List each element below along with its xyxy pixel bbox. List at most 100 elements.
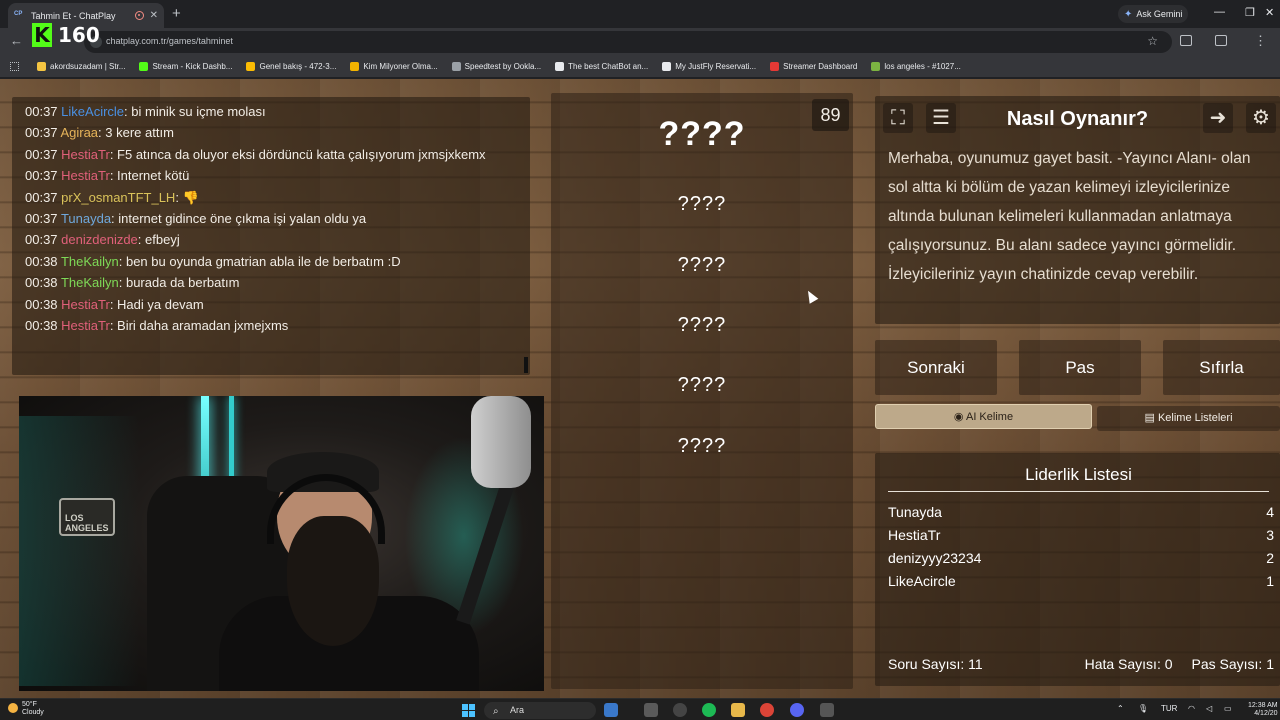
file-explorer-icon[interactable] bbox=[731, 703, 745, 717]
chat-message: 00:37 HestiaTr: F5 atınca da oluyor eksi… bbox=[25, 144, 530, 165]
window-close-icon[interactable]: ✕ bbox=[1265, 6, 1274, 19]
bookmark-favicon-icon bbox=[451, 62, 461, 71]
microphone bbox=[471, 396, 531, 488]
chat-text: : ben bu oyunda gmatrian abla ile de ber… bbox=[118, 253, 401, 269]
taskbar-app-icon[interactable] bbox=[644, 703, 658, 717]
bookmark-item[interactable]: Kim Milyoner Olma... bbox=[350, 62, 438, 71]
bookmark-item[interactable]: Speedtest by Ookla... bbox=[451, 62, 541, 71]
chat-message: 00:38 HestiaTr: Hadi ya devam bbox=[25, 294, 530, 315]
bookmark-favicon-icon bbox=[555, 62, 565, 71]
leaderboard-title: Liderlik Listesi bbox=[888, 465, 1269, 492]
bookmark-favicon-icon bbox=[139, 62, 149, 71]
back-arrow-icon[interactable]: ← bbox=[10, 33, 23, 48]
chat-message: 00:38 HestiaTr: Biri daha aramadan jxmej… bbox=[25, 315, 530, 336]
leaderboard-panel: Liderlik Listesi Tunayda 4 HestiaTr 3 deni… bbox=[875, 453, 1280, 686]
settings-gear-icon[interactable]: ⚙ bbox=[1246, 103, 1276, 133]
chat-username[interactable]: HestiaTr bbox=[61, 318, 110, 333]
word-lists-tab[interactable]: ▤ Kelime Listeleri bbox=[1097, 406, 1280, 431]
bookmark-item[interactable]: Genel bakış - 472-3... bbox=[246, 62, 336, 71]
forbidden-word: ???? bbox=[677, 193, 727, 215]
new-tab-icon[interactable]: + bbox=[172, 5, 181, 22]
address-row: ← chatplay.com.tr/games/tahminet ☆ ⋮ bbox=[0, 28, 1280, 56]
chat-username[interactable]: Agiraa bbox=[60, 125, 98, 140]
chat-text: : bi minik su içme molası bbox=[124, 104, 266, 119]
tab-close-icon[interactable]: ✕ bbox=[150, 10, 158, 21]
apps-grid-icon[interactable] bbox=[10, 62, 19, 71]
ask-gemini-button[interactable]: ✦ Ask Gemini bbox=[1118, 5, 1189, 23]
taskbar-app-icon[interactable] bbox=[604, 703, 618, 717]
chat-text: : 👎 bbox=[175, 189, 199, 205]
bookmark-favicon-icon bbox=[246, 62, 256, 71]
chat-timestamp: 00:37 bbox=[25, 146, 58, 162]
volume-icon[interactable]: ◁ bbox=[1206, 704, 1212, 713]
chat-username[interactable]: HestiaTr bbox=[61, 147, 110, 162]
tray-chevron-icon[interactable]: ⌃ bbox=[1117, 704, 1124, 713]
menu-kebab-icon[interactable]: ⋮ bbox=[1254, 33, 1267, 49]
chat-username[interactable]: TheKailyn bbox=[61, 275, 119, 290]
bookmark-item[interactable]: akordsuzadam | Str... bbox=[37, 62, 125, 71]
cast-icon[interactable] bbox=[1215, 35, 1227, 46]
chat-text: : 3 kere attım bbox=[98, 125, 174, 141]
chat-username[interactable]: LikeAcircle bbox=[61, 104, 124, 119]
bookmark-item[interactable]: The best ChatBot an... bbox=[555, 62, 648, 71]
weather-widget[interactable]: 50°F Cloudy bbox=[8, 701, 44, 717]
bookmark-favicon-icon bbox=[871, 62, 881, 71]
windows-start-icon[interactable] bbox=[462, 704, 475, 717]
chat-message: 00:37 denizdenizde: efbeyj bbox=[25, 229, 530, 250]
reset-button[interactable]: Sıfırla bbox=[1163, 340, 1280, 395]
taskbar-app-icon[interactable] bbox=[673, 703, 687, 717]
language-indicator[interactable]: TUR bbox=[1161, 704, 1177, 713]
tab-title: Tahmin Et - ChatPlay bbox=[31, 10, 116, 21]
chat-panel: 00:37 LikeAcircle: bi minik su içme mola… bbox=[12, 97, 530, 375]
system-clock[interactable]: 12:38 AM 4/12/20 bbox=[1248, 702, 1278, 718]
battery-icon[interactable]: ▭ bbox=[1224, 704, 1232, 713]
maximize-icon[interactable]: ❐ bbox=[1245, 6, 1255, 19]
chat-username[interactable]: Tunayda bbox=[61, 211, 111, 226]
webcam-feed: LOS ANGELES bbox=[19, 396, 544, 691]
bookmark-star-icon[interactable]: ☆ bbox=[1147, 34, 1158, 48]
chat-message: 00:37 LikeAcircle: bi minik su içme mola… bbox=[25, 101, 530, 122]
spotify-icon[interactable] bbox=[702, 703, 716, 717]
chat-username[interactable]: denizdenizde bbox=[61, 232, 138, 247]
forbidden-word: ???? bbox=[677, 435, 727, 457]
chat-scrollbar[interactable] bbox=[524, 357, 528, 373]
leaderboard-row: Tunayda 4 bbox=[888, 504, 1274, 520]
chat-message: 00:37 Agiraa: 3 kere attım bbox=[25, 122, 530, 143]
how-to-play-text: Merhaba, oyunumuz gayet basit. -Yayıncı … bbox=[888, 150, 1251, 283]
question-count: Soru Sayısı: 11 bbox=[888, 656, 983, 672]
discord-icon[interactable] bbox=[790, 703, 804, 717]
bookmark-item[interactable]: Stream - Kick Dashb... bbox=[139, 62, 232, 71]
ai-word-tab[interactable]: ◉ AI Kelime bbox=[875, 404, 1092, 429]
extensions-icon[interactable] bbox=[1180, 35, 1192, 46]
weather-cloudy-icon bbox=[8, 703, 18, 713]
chat-username[interactable]: TheKailyn bbox=[61, 254, 119, 269]
chat-username[interactable]: prX_osmanTFT_LH bbox=[61, 190, 175, 205]
bookmark-item[interactable]: Streamer Dashboard bbox=[770, 62, 857, 71]
chat-text: : Biri daha aramadan jxmejxms bbox=[109, 318, 289, 334]
ai-robot-icon: ◉ bbox=[953, 411, 964, 423]
chat-message: 00:37 prX_osmanTFT_LH: 👎 bbox=[25, 187, 530, 208]
wall-sign: LOS ANGELES bbox=[59, 498, 115, 536]
chrome-icon[interactable] bbox=[760, 703, 774, 717]
taskbar-search[interactable]: ⌕ Ara bbox=[484, 702, 596, 719]
pass-button[interactable]: Pas bbox=[1019, 340, 1141, 395]
bookmark-item[interactable]: My JustFly Reservati... bbox=[662, 62, 756, 71]
kick-viewer-overlay: K 160 bbox=[32, 22, 100, 48]
chat-timestamp: 00:37 bbox=[25, 168, 58, 184]
address-bar[interactable]: chatplay.com.tr/games/tahminet ☆ bbox=[84, 31, 1172, 53]
forbidden-word: ???? bbox=[677, 254, 727, 276]
bookmark-item[interactable]: los angeles - #1027... bbox=[871, 62, 961, 71]
chat-message: 00:37 Tunayda: internet gidince öne çıkm… bbox=[25, 208, 530, 229]
chat-message: 00:37 HestiaTr: Internet kötü bbox=[25, 165, 530, 186]
chat-username[interactable]: HestiaTr bbox=[61, 168, 110, 183]
tray-mic-icon[interactable]: 🎙 bbox=[1138, 704, 1148, 713]
wifi-icon[interactable]: ◠ bbox=[1188, 704, 1195, 713]
ask-gemini-label: Ask Gemini bbox=[1136, 9, 1183, 19]
chat-username[interactable]: HestiaTr bbox=[61, 297, 110, 312]
forbidden-word: ???? bbox=[677, 314, 727, 336]
minimize-icon[interactable]: — bbox=[1214, 6, 1225, 18]
taskbar-app-icon[interactable] bbox=[820, 703, 834, 717]
error-count: Hata Sayısı: 0 bbox=[1084, 656, 1173, 672]
exit-icon[interactable]: ➜ bbox=[1203, 103, 1233, 133]
next-button[interactable]: Sonraki bbox=[875, 340, 997, 395]
